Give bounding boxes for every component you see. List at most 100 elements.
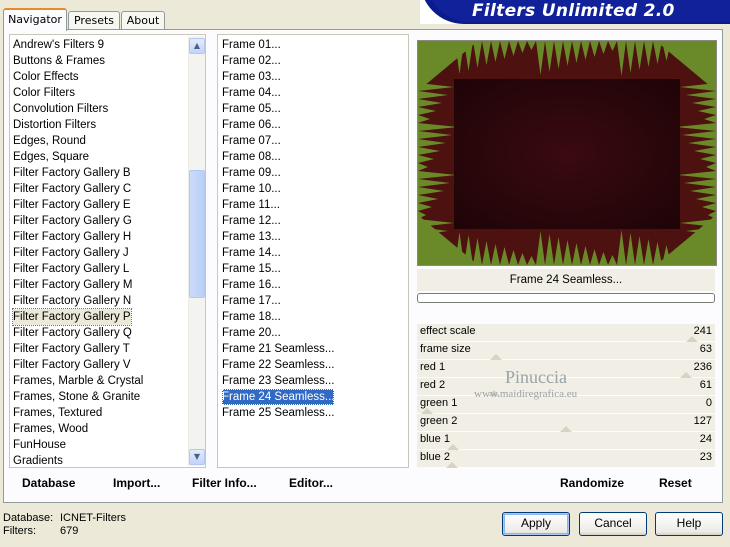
- category-scrollbar[interactable]: ▲ ▼: [188, 36, 205, 466]
- filter-item[interactable]: Frame 03...: [222, 69, 281, 85]
- category-item[interactable]: Gradients: [13, 453, 63, 467]
- banner-title: Filters Unlimited 2.0: [472, 1, 675, 21]
- category-item[interactable]: Filter Factory Gallery C: [13, 181, 131, 197]
- filter-item[interactable]: Frame 09...: [222, 165, 281, 181]
- param-slider[interactable]: effect scale 241: [417, 324, 715, 342]
- filter-item[interactable]: Frame 15...: [222, 261, 281, 277]
- preview-image: [417, 40, 717, 266]
- param-label: effect scale: [420, 325, 476, 337]
- param-label: red 1: [420, 361, 446, 373]
- category-item[interactable]: Filter Factory Gallery E: [13, 197, 131, 213]
- progress-bar: [417, 293, 715, 303]
- scroll-down-button[interactable]: ▼: [189, 449, 205, 465]
- filter-item[interactable]: Frame 05...: [222, 101, 281, 117]
- category-item[interactable]: Frames, Textured: [13, 405, 102, 421]
- watermark-name: Pinuccia: [505, 367, 567, 387]
- category-item[interactable]: Edges, Round: [13, 133, 86, 149]
- filter-item[interactable]: Frame 08...: [222, 149, 281, 165]
- category-item[interactable]: Filter Factory Gallery P: [12, 308, 132, 326]
- param-label: green 2: [420, 415, 458, 427]
- product-banner: Filters Unlimited 2.0: [420, 0, 730, 24]
- filter-item[interactable]: Frame 20...: [222, 325, 281, 341]
- scroll-up-button[interactable]: ▲: [189, 38, 205, 54]
- param-slider[interactable]: green 2 127: [417, 414, 715, 432]
- filter-item[interactable]: Frame 16...: [222, 277, 281, 293]
- database-label: Database:: [3, 512, 54, 524]
- filter-item[interactable]: Frame 11...: [222, 197, 280, 213]
- filter-item[interactable]: Frame 18...: [222, 309, 281, 325]
- category-item[interactable]: Filter Factory Gallery T: [13, 341, 130, 357]
- filters-count-value: 679: [60, 525, 79, 537]
- slider-thumb[interactable]: [446, 462, 459, 468]
- help-button[interactable]: Help: [655, 512, 723, 536]
- import-button[interactable]: Import...: [113, 476, 160, 490]
- param-value: 0: [705, 397, 712, 409]
- category-item[interactable]: Frames, Stone & Granite: [13, 389, 140, 405]
- reset-button[interactable]: Reset: [659, 476, 692, 490]
- filter-item[interactable]: Frame 23 Seamless...: [222, 373, 334, 389]
- category-item[interactable]: Filter Factory Gallery L: [13, 261, 129, 277]
- watermark-site: www.maidiregrafica.eu: [474, 388, 578, 400]
- category-item[interactable]: Color Filters: [13, 85, 75, 101]
- filter-item[interactable]: Frame 01...: [222, 37, 281, 53]
- category-item[interactable]: Andrew's Filters 9: [13, 37, 104, 53]
- filter-item[interactable]: Frame 14...: [222, 245, 281, 261]
- filter-list[interactable]: Frame 01... Frame 02... Frame 03... Frame 0…: [217, 34, 409, 468]
- param-value: 63: [699, 343, 712, 355]
- param-slider[interactable]: blue 2 23: [417, 450, 715, 468]
- category-item[interactable]: Color Effects: [13, 69, 79, 85]
- category-item[interactable]: Frames, Wood: [13, 421, 88, 437]
- param-label: red 2: [420, 379, 446, 391]
- filter-item[interactable]: Frame 13...: [222, 229, 281, 245]
- tab-navigator[interactable]: Navigator: [3, 8, 67, 31]
- param-value: 24: [699, 433, 712, 445]
- filter-item[interactable]: Frame 17...: [222, 293, 281, 309]
- cancel-button[interactable]: Cancel: [579, 512, 647, 536]
- editor-button[interactable]: Editor...: [289, 476, 333, 490]
- category-item[interactable]: Filter Factory Gallery B: [13, 165, 131, 181]
- param-value: 23: [699, 451, 712, 463]
- category-item[interactable]: FunHouse: [13, 437, 66, 453]
- filters-count-label: Filters:: [3, 525, 36, 537]
- tab-about[interactable]: About: [121, 11, 165, 29]
- filter-info-button[interactable]: Filter Info...: [192, 476, 257, 490]
- database-value: ICNET-Filters: [60, 512, 126, 524]
- category-list[interactable]: Andrew's Filters 9 Buttons & Frames Color …: [9, 34, 206, 468]
- param-value: 127: [693, 415, 712, 427]
- filter-item[interactable]: Frame 12...: [222, 213, 281, 229]
- category-item[interactable]: Edges, Square: [13, 149, 89, 165]
- category-item[interactable]: Convolution Filters: [13, 101, 108, 117]
- filter-item[interactable]: Frame 25 Seamless...: [222, 405, 334, 421]
- param-value: 61: [699, 379, 712, 391]
- apply-button[interactable]: Apply: [502, 512, 570, 536]
- category-item[interactable]: Distortion Filters: [13, 117, 96, 133]
- category-item[interactable]: Filter Factory Gallery V: [13, 357, 131, 373]
- filter-item[interactable]: Frame 10...: [222, 181, 281, 197]
- category-item[interactable]: Filter Factory Gallery J: [13, 245, 129, 261]
- filter-item[interactable]: Frame 24 Seamless...: [222, 389, 335, 405]
- category-item[interactable]: Filter Factory Gallery M: [13, 277, 133, 293]
- param-value: 236: [693, 361, 712, 373]
- filter-item[interactable]: Frame 07...: [222, 133, 281, 149]
- category-item[interactable]: Filter Factory Gallery Q: [13, 325, 132, 341]
- param-label: blue 1: [420, 433, 450, 445]
- category-item[interactable]: Frames, Marble & Crystal: [13, 373, 143, 389]
- filter-item[interactable]: Frame 06...: [222, 117, 281, 133]
- scroll-thumb[interactable]: [189, 170, 205, 298]
- filter-item[interactable]: Frame 02...: [222, 53, 281, 69]
- filter-item[interactable]: Frame 04...: [222, 85, 281, 101]
- param-slider[interactable]: frame size 63: [417, 342, 715, 360]
- tab-presets[interactable]: Presets: [68, 11, 120, 29]
- category-item[interactable]: Filter Factory Gallery G: [13, 213, 132, 229]
- param-label: frame size: [420, 343, 471, 355]
- frame-preview-graphic: [418, 41, 716, 265]
- randomize-button[interactable]: Randomize: [560, 476, 624, 490]
- category-item[interactable]: Buttons & Frames: [13, 53, 105, 69]
- category-item[interactable]: Filter Factory Gallery H: [13, 229, 131, 245]
- param-slider[interactable]: blue 1 24: [417, 432, 715, 450]
- filter-item[interactable]: Frame 22 Seamless...: [222, 357, 334, 373]
- database-button[interactable]: Database: [22, 476, 75, 490]
- filter-item[interactable]: Frame 21 Seamless...: [222, 341, 334, 357]
- category-item[interactable]: Filter Factory Gallery N: [13, 293, 131, 309]
- preview-caption: Frame 24 Seamless...: [417, 269, 715, 291]
